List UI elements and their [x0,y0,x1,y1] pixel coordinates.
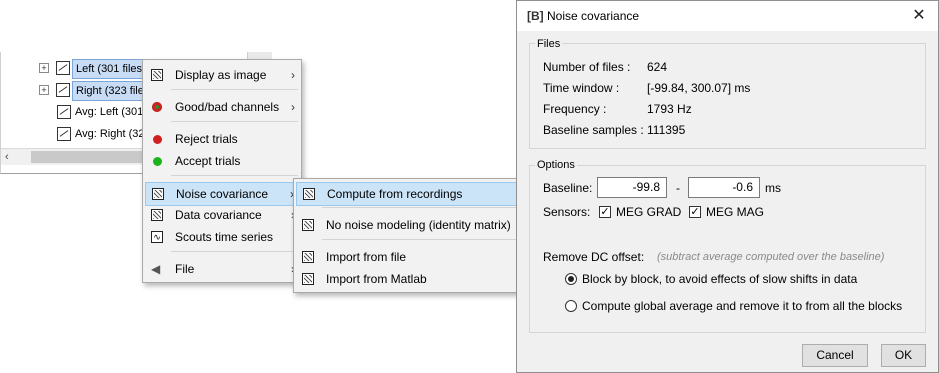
block-by-block-radio[interactable] [565,273,577,285]
scroll-left-icon[interactable]: ‹ [5,149,9,165]
menu-separator [322,239,528,240]
trials-folder-icon [56,83,70,97]
frequency-value: 1793 Hz [647,102,692,116]
menu-item-scouts-time-series[interactable]: ∿ Scouts time series [145,226,299,248]
cancel-button[interactable]: Cancel [802,344,868,367]
submenu-item-no-noise-modeling[interactable]: No noise modeling (identity matrix) [296,214,529,236]
import-matlab-icon [302,273,314,285]
baseline-samples-label: Baseline samples : [543,123,644,137]
noise-cov-icon [152,188,164,200]
number-of-files-label: Number of files : [543,60,631,74]
ok-button[interactable]: OK [881,344,926,367]
trials-folder-icon [56,61,70,75]
file-icon: ◀ [151,262,161,276]
expand-icon[interactable]: + [39,63,49,73]
menu-item-display-as-image[interactable]: Display as image › [145,64,299,86]
menu-item-reject-trials[interactable]: Reject trials [145,128,299,150]
meg-mag-label: MEG MAG [706,205,765,219]
data-cov-icon [151,209,163,221]
menu-separator [171,89,298,90]
time-window-value: [-99.84, 300.07] ms [647,81,751,95]
menu-item-label: Accept trials [175,154,241,168]
close-icon[interactable]: ✕ [908,5,930,27]
baseline-end-input[interactable]: -0.6 [688,177,760,198]
dialog-title: Noise covariance [547,9,640,23]
menu-item-file[interactable]: ◀ File › [145,258,299,280]
channels-icon [152,102,162,112]
remove-dc-hint: (subtract average computed over the base… [657,251,885,263]
menu-separator [171,251,298,252]
menu-separator [322,207,528,208]
menu-separator [171,121,298,122]
menu-item-label: Good/bad channels [175,100,280,114]
average-icon [57,105,71,119]
image-icon [151,69,163,81]
meg-grad-label: MEG GRAD [616,205,682,219]
noise-covariance-dialog: [B] Noise covariance ✕ Files Number of f… [516,0,939,373]
menu-item-label: Noise covariance [176,187,269,201]
block-by-block-label: Block by block, to avoid effects of slow… [582,272,858,286]
menu-item-label: Display as image [175,68,267,82]
noise-covariance-submenu: Compute from recordings No noise modelin… [293,178,532,293]
compute-icon [303,188,315,200]
menu-separator [171,175,298,176]
submenu-item-import-from-matlab[interactable]: Import from Matlab [296,268,529,290]
menu-item-noise-covariance[interactable]: Noise covariance › [145,182,299,206]
baseline-start-input[interactable]: -99.8 [597,177,667,198]
files-group-title: Files [535,38,563,50]
dialog-titlebar[interactable]: [B] Noise covariance ✕ [517,1,938,31]
global-average-label: Compute global average and remove it to … [582,299,903,313]
submenu-arrow-icon: › [291,68,295,82]
menu-item-data-covariance[interactable]: Data covariance › [145,204,299,226]
menu-item-label: Import from file [326,250,407,264]
remove-dc-label: Remove DC offset: [543,250,645,264]
global-average-radio[interactable] [565,300,577,312]
menu-item-accept-trials[interactable]: Accept trials [145,150,299,172]
submenu-item-import-from-file[interactable]: Import from file [296,246,529,268]
menu-item-label: File [175,262,195,276]
menu-item-label: Compute from recordings [327,187,463,201]
baseline-dash: - [676,181,680,195]
average-icon [57,127,71,141]
scouts-icon: ∿ [151,231,163,243]
menu-item-good-bad-channels[interactable]: Good/bad channels › [145,96,299,118]
baseline-label: Baseline: [543,181,593,195]
identity-matrix-icon [302,219,314,231]
baseline-samples-value: 111395 [647,123,686,137]
submenu-item-compute-from-recordings[interactable]: Compute from recordings [296,182,529,206]
menu-item-label: Reject trials [175,132,238,146]
submenu-arrow-icon: › [291,100,295,114]
number-of-files-value: 624 [647,60,668,74]
expand-icon[interactable]: + [39,85,49,95]
baseline-unit: ms [765,181,781,195]
red-dot-icon [153,135,162,144]
menu-item-label: Import from Matlab [326,272,427,286]
menu-item-label: Data covariance [175,208,262,222]
menu-item-label: No noise modeling (identity matrix) [326,218,511,232]
options-group-title: Options [535,159,577,171]
frequency-label: Frequency : [543,102,607,116]
tree-node-label: Left (301 files) [72,59,150,79]
meg-grad-checkbox[interactable]: ✓ [599,206,611,218]
sensors-label: Sensors: [543,205,591,219]
import-file-icon [302,251,314,263]
time-window-label: Time window : [543,81,620,95]
brainstorm-app-icon: [B] [527,9,544,23]
meg-mag-checkbox[interactable]: ✓ [689,206,701,218]
context-menu: Display as image › Good/bad channels › R… [142,59,302,283]
menu-item-label: Scouts time series [175,230,274,244]
green-dot-icon [153,157,162,166]
